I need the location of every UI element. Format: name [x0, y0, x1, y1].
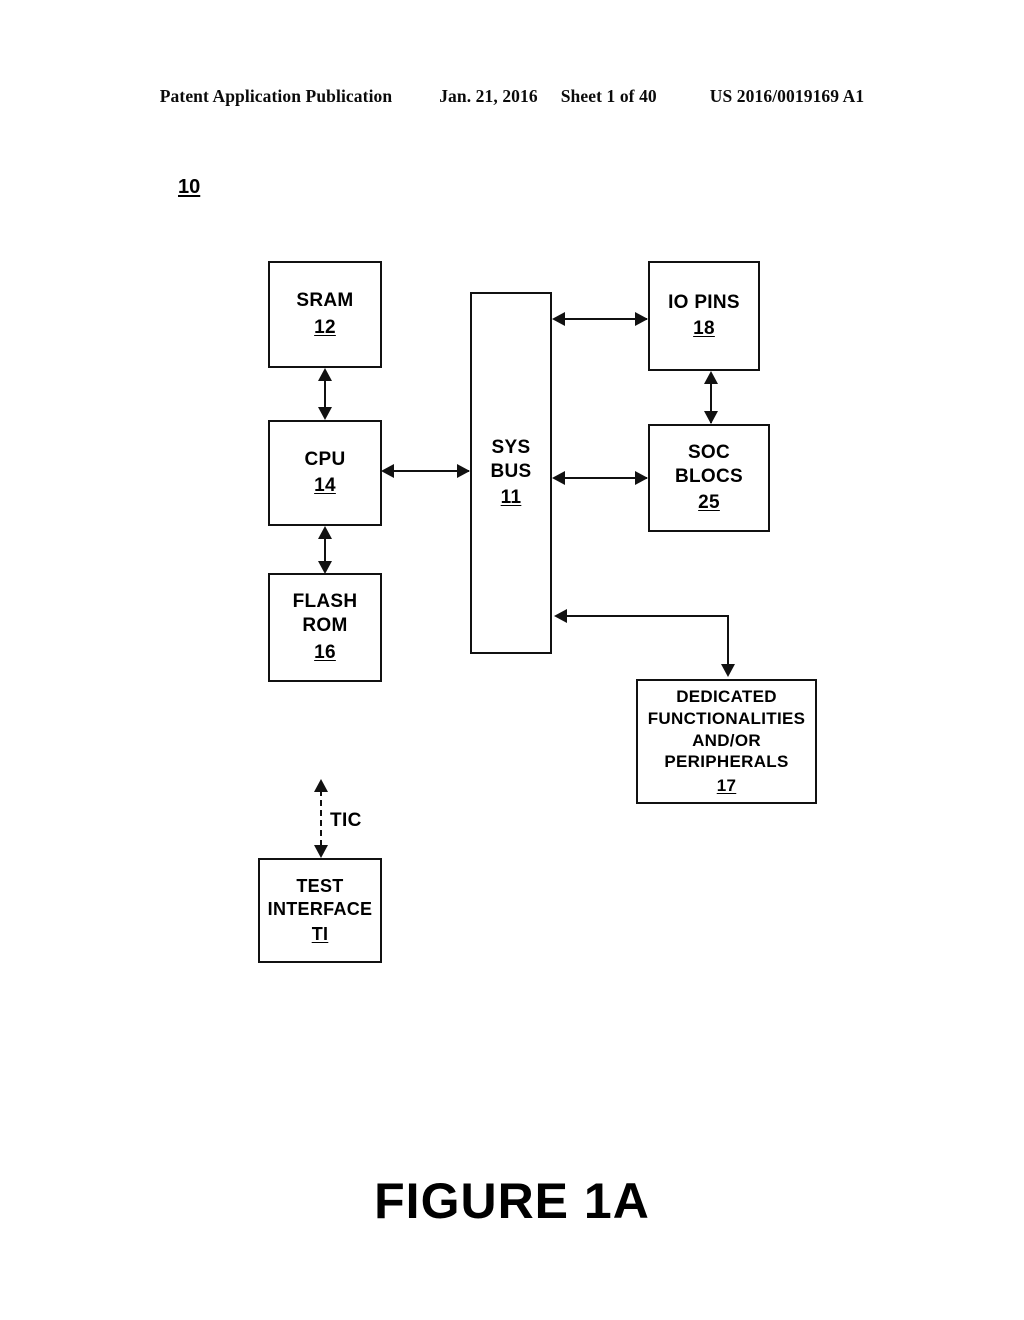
block-flash-rom: FLASH ROM 16 [268, 573, 382, 682]
connector-tic-arrowhead-down [314, 845, 328, 858]
connector-sysbus-dedicated-horizontal [566, 615, 728, 617]
block-flash-rom-numeral: 16 [314, 641, 336, 663]
connector-iopins-socblocs-arrowhead-up [704, 371, 718, 384]
block-test-interface: TEST INTERFACE TI [258, 858, 382, 963]
block-io-pins-label: IO PINS [668, 291, 740, 313]
patent-figure-page: Patent Application Publication Jan. 21, … [0, 0, 1024, 1320]
block-dedicated-label-line2: FUNCTIONALITIES [647, 708, 806, 728]
block-io-pins-numeral: 18 [693, 318, 715, 339]
block-test-interface-label-line2: INTERFACE [267, 898, 373, 919]
block-flash-rom-label-line1: FLASH [292, 591, 358, 613]
connector-sram-cpu-arrowhead-down [318, 407, 332, 420]
block-sys-bus-numeral: 11 [500, 487, 522, 509]
block-cpu: CPU 14 [268, 420, 382, 526]
block-sys-bus-label-line2: BUS [490, 460, 532, 482]
block-cpu-label: CPU [304, 448, 346, 470]
connector-cpu-sysbus-arrowhead-right [457, 464, 470, 478]
block-dedicated-label-line1: DEDICATED [676, 687, 777, 707]
block-test-interface-numeral: TI [311, 924, 329, 945]
connector-cpu-flash-arrowhead-down [318, 561, 332, 574]
connector-sysbus-iopins-line [554, 318, 647, 320]
block-soc-blocs-label-line2: BLOCS [675, 465, 743, 487]
block-dedicated-functionalities: DEDICATED FUNCTIONALITIES AND/OR PERIPHE… [636, 679, 817, 804]
system-reference-numeral: 10 [178, 176, 201, 198]
publication-header: Patent Application Publication Jan. 21, … [0, 86, 1024, 107]
block-soc-blocs-label-line1: SOC [687, 441, 731, 463]
block-soc-blocs-numeral: 25 [698, 492, 720, 514]
connector-sysbus-iopins-arrowhead-left [552, 312, 565, 326]
header-sheet-number: Sheet 1 of 40 [560, 86, 657, 106]
connector-tic-label: TIC [330, 810, 362, 831]
block-sram-label: SRAM [296, 290, 354, 312]
block-dedicated-label-line3: AND/OR [692, 730, 761, 750]
connector-sysbus-socblocs-line [554, 477, 647, 479]
connector-sysbus-dedicated-arrowhead-left [554, 609, 567, 623]
block-flash-rom-label-line2: ROM [302, 615, 348, 637]
connector-sysbus-dedicated-arrowhead-down [721, 664, 735, 677]
header-patent-number: US 2016/0019169 A1 [709, 86, 865, 106]
header-publication-label: Patent Application Publication [159, 86, 393, 106]
connector-iopins-socblocs-arrowhead-down [704, 411, 718, 424]
figure-caption: FIGURE 1A [374, 1173, 650, 1229]
header-date: Jan. 21, 2016 [439, 86, 538, 106]
block-sys-bus-label-line1: SYS [491, 436, 531, 458]
block-io-pins: IO PINS 18 [648, 261, 760, 371]
block-dedicated-label-line4: PERIPHERALS [664, 752, 789, 772]
connector-tic-arrowhead-up [314, 779, 328, 792]
block-sram: SRAM 12 [268, 261, 382, 368]
connector-cpu-flash-arrowhead-up [318, 526, 332, 539]
block-soc-blocs: SOC BLOCS 25 [648, 424, 770, 532]
block-cpu-numeral: 14 [314, 475, 336, 496]
connector-sysbus-iopins-arrowhead-right [635, 312, 648, 326]
connector-sysbus-dedicated-vertical [727, 615, 729, 665]
block-dedicated-numeral: 17 [716, 776, 737, 796]
connector-sysbus-socblocs-arrowhead-right [635, 471, 648, 485]
block-sram-numeral: 12 [314, 316, 336, 338]
block-test-interface-label-line1: TEST [296, 875, 344, 896]
connector-sram-cpu-arrowhead-up [318, 368, 332, 381]
connector-cpu-sysbus-arrowhead-left [381, 464, 394, 478]
connector-sysbus-socblocs-arrowhead-left [552, 471, 565, 485]
block-sys-bus: SYS BUS 11 [470, 292, 552, 654]
